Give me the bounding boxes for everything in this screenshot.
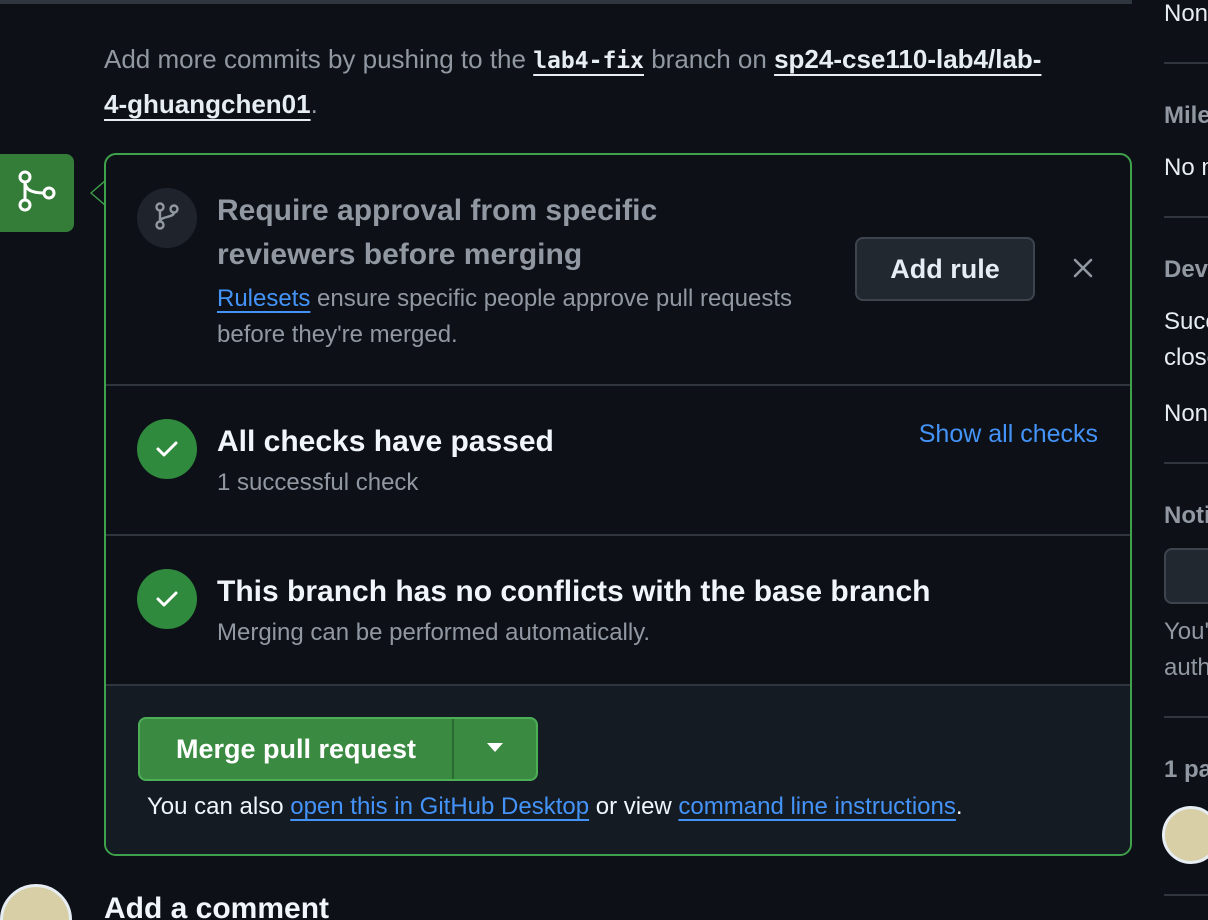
avatar <box>0 884 72 920</box>
add-comment-heading: Add a comment <box>104 892 330 920</box>
sidebar-none-value: None <box>1164 0 1208 27</box>
rule-icon-circle <box>137 188 197 248</box>
push-note-prefix: Add more commits by pushing to the <box>104 44 534 74</box>
timeline-divider <box>0 0 1132 4</box>
git-branch-icon <box>153 201 181 236</box>
sidebar-participants-heading: 1 participant <box>1164 756 1208 783</box>
command-line-link[interactable]: command line instructions <box>678 793 955 820</box>
sidebar-milestone-value: No milestone <box>1164 154 1208 181</box>
triangle-down-icon <box>487 740 503 758</box>
conflicts-section: This branch has no conflicts with the ba… <box>106 536 1130 686</box>
git-merge-icon <box>15 169 59 218</box>
check-icon <box>137 569 197 629</box>
close-icon[interactable] <box>1066 251 1100 285</box>
checks-section: All checks have passed 1 successful chec… <box>106 386 1130 536</box>
check-icon <box>137 419 197 479</box>
sidebar-divider <box>1164 716 1208 718</box>
sidebar-milestone-heading[interactable]: Milestone <box>1164 102 1208 130</box>
conflicts-subtitle: Merging can be performed automatically. <box>217 619 651 646</box>
merge-hint-suffix: . <box>955 793 963 820</box>
sidebar-notifications-line2: authored the thread. <box>1164 654 1208 681</box>
sidebar-divider <box>1164 462 1208 464</box>
sidebar-development-line2: close these issues. <box>1164 344 1208 371</box>
merge-hint: You can also open this in GitHub Desktop… <box>147 790 963 824</box>
branch-name[interactable]: lab4-fix <box>533 48 644 74</box>
merge-pull-request-button[interactable]: Merge pull request <box>140 719 454 779</box>
sidebar-notifications-line1: You're receiving notifications because y… <box>1164 618 1208 645</box>
merge-method-dropdown[interactable] <box>454 719 536 779</box>
merge-hint-middle: or view <box>589 793 679 820</box>
merge-box: Require approval from specific reviewers… <box>104 153 1132 856</box>
add-rule-button[interactable]: Add rule <box>855 237 1035 301</box>
sidebar-notifications-heading: Notifications <box>1164 502 1208 529</box>
rulesets-link[interactable]: Rulesets <box>217 285 310 312</box>
push-commits-note: Add more commits by pushing to the lab4-… <box>104 38 1064 126</box>
badge-pointer <box>90 180 106 206</box>
sidebar-divider <box>1164 894 1208 896</box>
github-desktop-link[interactable]: open this in GitHub Desktop <box>290 793 589 820</box>
sidebar: None Milestone No milestone Development … <box>1134 0 1208 920</box>
participant-avatar[interactable] <box>1162 806 1208 864</box>
push-note-suffix: . <box>310 89 318 119</box>
subscribe-button[interactable] <box>1164 548 1208 604</box>
merge-section: Merge pull request You can also open thi… <box>106 686 1130 854</box>
sidebar-development-value: None <box>1164 400 1208 427</box>
checks-subtitle: 1 successful check <box>217 469 419 496</box>
sidebar-divider <box>1164 62 1208 64</box>
sidebar-development-line1: Successfully merging this pull request m… <box>1164 308 1208 335</box>
merge-hint-prefix: You can also <box>147 793 291 820</box>
sidebar-divider <box>1164 216 1208 218</box>
push-note-middle: branch on <box>643 44 775 74</box>
show-all-checks-link[interactable]: Show all checks <box>919 420 1098 449</box>
merge-button-group: Merge pull request <box>138 717 538 781</box>
rule-prompt-desc: Rulesets ensure specific people approve … <box>217 281 797 353</box>
merge-status-badge <box>0 154 74 232</box>
rule-prompt-title: Require approval from specific reviewers… <box>217 194 658 271</box>
rule-prompt-section: Require approval from specific reviewers… <box>106 155 1130 386</box>
conflicts-title: This branch has no conflicts with the ba… <box>217 575 931 608</box>
checks-title: All checks have passed <box>217 425 554 458</box>
sidebar-development-heading[interactable]: Development <box>1164 256 1208 284</box>
